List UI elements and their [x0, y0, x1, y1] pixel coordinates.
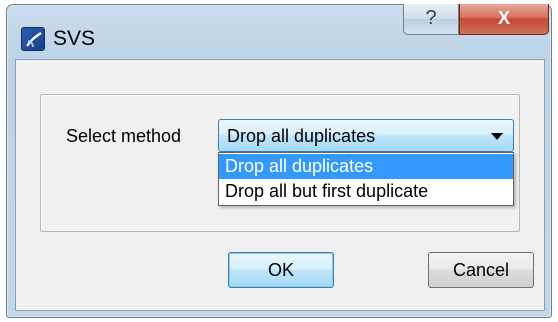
app-icon [21, 27, 45, 51]
window-title: SVS [53, 27, 96, 50]
method-combobox[interactable]: Drop all duplicates [218, 119, 514, 152]
option-drop-all-duplicates[interactable]: Drop all duplicates [219, 154, 513, 179]
option-drop-all-but-first[interactable]: Drop all but first duplicate [219, 179, 513, 204]
ok-button[interactable]: OK [228, 252, 334, 288]
close-icon: X [497, 8, 510, 28]
dialog-window: SVS ? X Select method Drop all duplicate… [6, 4, 552, 318]
cancel-button[interactable]: Cancel [428, 252, 534, 288]
dialog-client-area: Select method Drop all duplicates Drop a… [15, 59, 545, 311]
chevron-down-icon[interactable] [491, 133, 503, 140]
method-dropdown-list: Drop all duplicates Drop all but first d… [218, 152, 514, 206]
close-button[interactable]: X [459, 4, 549, 35]
title-bar[interactable]: SVS ? X [7, 4, 551, 57]
combo-selected-value: Drop all duplicates [227, 126, 376, 146]
help-icon: ? [425, 7, 437, 29]
help-button[interactable]: ? [403, 4, 459, 35]
select-method-label: Select method [66, 126, 182, 146]
